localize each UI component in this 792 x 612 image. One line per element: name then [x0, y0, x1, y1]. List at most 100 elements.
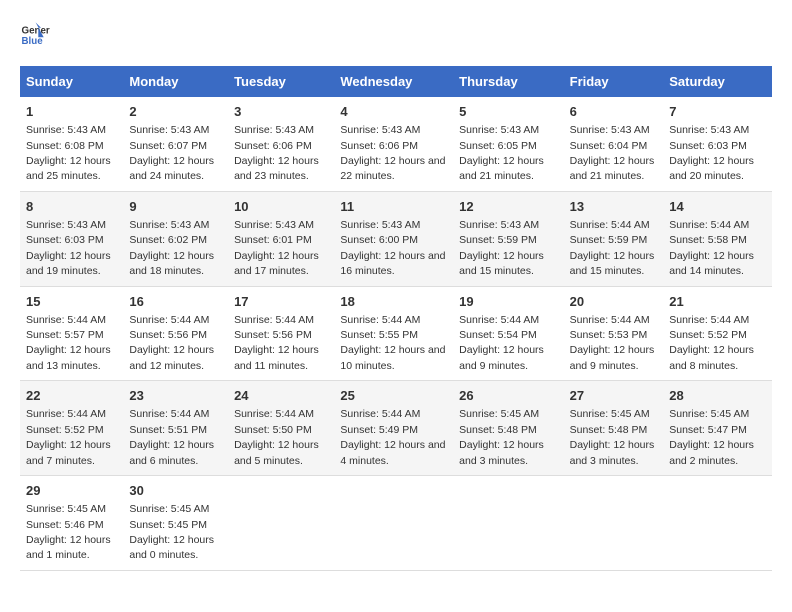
- sunset-info: Sunset: 5:56 PM: [129, 329, 207, 341]
- sunset-info: Sunset: 5:46 PM: [26, 519, 104, 531]
- sunset-info: Sunset: 5:49 PM: [340, 424, 418, 436]
- calendar-cell: [228, 476, 334, 571]
- daylight-info: Daylight: 12 hours and 13 minutes.: [26, 344, 111, 371]
- column-header-monday: Monday: [123, 66, 228, 97]
- calendar-cell: 15Sunrise: 5:44 AMSunset: 5:57 PMDayligh…: [20, 286, 123, 381]
- sunset-info: Sunset: 5:48 PM: [570, 424, 648, 436]
- calendar-header-row: SundayMondayTuesdayWednesdayThursdayFrid…: [20, 66, 772, 97]
- day-number: 20: [570, 293, 658, 311]
- calendar-cell: 25Sunrise: 5:44 AMSunset: 5:49 PMDayligh…: [334, 381, 453, 476]
- calendar-cell: 1Sunrise: 5:43 AMSunset: 6:08 PMDaylight…: [20, 97, 123, 191]
- sunrise-info: Sunrise: 5:45 AM: [26, 503, 106, 515]
- calendar-week-3: 15 Sunrise: 5:44 AM Sunset: 5:57 PM Dayligh…: [20, 286, 772, 381]
- calendar-cell: 9Sunrise: 5:43 AMSunset: 6:02 PMDaylight…: [123, 191, 228, 286]
- sunrise-info: Sunrise: 5:43 AM: [234, 124, 314, 136]
- calendar-cell: [564, 476, 664, 571]
- calendar-cell: 23Sunrise: 5:44 AMSunset: 5:51 PMDayligh…: [123, 381, 228, 476]
- page-header: General Blue: [20, 20, 772, 50]
- daylight-info: Daylight: 12 hours and 9 minutes.: [570, 344, 655, 371]
- day-number: 11: [340, 198, 447, 216]
- sunset-info: Sunset: 6:08 PM: [26, 140, 104, 152]
- day-number: 24: [234, 387, 328, 405]
- day-number: 8: [26, 198, 117, 216]
- daylight-info: Daylight: 12 hours and 6 minutes.: [129, 439, 214, 466]
- sunrise-info: Sunrise: 5:43 AM: [129, 124, 209, 136]
- day-number: 26: [459, 387, 557, 405]
- sunset-info: Sunset: 6:07 PM: [129, 140, 207, 152]
- calendar-cell: 8Sunrise: 5:43 AMSunset: 6:03 PMDaylight…: [20, 191, 123, 286]
- day-number: 28: [669, 387, 766, 405]
- day-number: 12: [459, 198, 557, 216]
- daylight-info: Daylight: 12 hours and 24 minutes.: [129, 155, 214, 182]
- calendar-cell: 3Sunrise: 5:43 AMSunset: 6:06 PMDaylight…: [228, 97, 334, 191]
- sunset-info: Sunset: 6:03 PM: [669, 140, 747, 152]
- day-number: 30: [129, 482, 222, 500]
- day-number: 18: [340, 293, 447, 311]
- day-number: 25: [340, 387, 447, 405]
- sunrise-info: Sunrise: 5:44 AM: [129, 314, 209, 326]
- sunset-info: Sunset: 6:04 PM: [570, 140, 648, 152]
- daylight-info: Daylight: 12 hours and 18 minutes.: [129, 250, 214, 277]
- calendar-cell: 28Sunrise: 5:45 AMSunset: 5:47 PMDayligh…: [663, 381, 772, 476]
- sunset-info: Sunset: 5:59 PM: [570, 234, 648, 246]
- calendar-cell: 6Sunrise: 5:43 AMSunset: 6:04 PMDaylight…: [564, 97, 664, 191]
- sunrise-info: Sunrise: 5:44 AM: [234, 314, 314, 326]
- sunset-info: Sunset: 5:53 PM: [570, 329, 648, 341]
- sunset-info: Sunset: 6:01 PM: [234, 234, 312, 246]
- column-header-friday: Friday: [564, 66, 664, 97]
- calendar-cell: 17Sunrise: 5:44 AMSunset: 5:56 PMDayligh…: [228, 286, 334, 381]
- svg-text:Blue: Blue: [22, 36, 44, 47]
- calendar-cell: 12 Sunrise: 5:43 AM Sunset: 5:59 PM Dayligh…: [453, 191, 563, 286]
- sunrise-info: Sunrise: 5:45 AM: [570, 408, 650, 420]
- day-number: 22: [26, 387, 117, 405]
- day-number: 6: [570, 103, 658, 121]
- calendar-cell: 29Sunrise: 5:45 AMSunset: 5:46 PMDayligh…: [20, 476, 123, 571]
- daylight-info: Daylight: 12 hours and 15 minutes.: [459, 250, 544, 277]
- calendar-cell: 14Sunrise: 5:44 AMSunset: 5:58 PMDayligh…: [663, 191, 772, 286]
- daylight-info: Daylight: 12 hours and 3 minutes.: [459, 439, 544, 466]
- calendar-cell: 13Sunrise: 5:44 AMSunset: 5:59 PMDayligh…: [564, 191, 664, 286]
- daylight-info: Daylight: 12 hours and 9 minutes.: [459, 344, 544, 371]
- calendar-cell: 30Sunrise: 5:45 AMSunset: 5:45 PMDayligh…: [123, 476, 228, 571]
- day-number: 15: [26, 293, 117, 311]
- column-header-sunday: Sunday: [20, 66, 123, 97]
- daylight-info: Daylight: 12 hours and 20 minutes.: [669, 155, 754, 182]
- calendar-week-1: 1Sunrise: 5:43 AMSunset: 6:08 PMDaylight…: [20, 97, 772, 191]
- calendar-cell: 26Sunrise: 5:45 AMSunset: 5:48 PMDayligh…: [453, 381, 563, 476]
- day-number: 16: [129, 293, 222, 311]
- sunset-info: Sunset: 5:57 PM: [26, 329, 104, 341]
- sunrise-info: Sunrise: 5:44 AM: [129, 408, 209, 420]
- day-number: 17: [234, 293, 328, 311]
- calendar-cell: 24Sunrise: 5:44 AMSunset: 5:50 PMDayligh…: [228, 381, 334, 476]
- daylight-info: Daylight: 12 hours and 25 minutes.: [26, 155, 111, 182]
- daylight-info: Daylight: 12 hours and 11 minutes.: [234, 344, 319, 371]
- sunset-info: Sunset: 5:59 PM: [459, 234, 537, 246]
- daylight-info: Daylight: 12 hours and 15 minutes.: [570, 250, 655, 277]
- sunrise-info: Sunrise: 5:44 AM: [570, 314, 650, 326]
- daylight-info: Daylight: 12 hours and 4 minutes.: [340, 439, 445, 466]
- sunset-info: Sunset: 6:00 PM: [340, 234, 418, 246]
- day-number: 7: [669, 103, 766, 121]
- sunset-info: Sunset: 6:03 PM: [26, 234, 104, 246]
- sunrise-info: Sunrise: 5:43 AM: [570, 124, 650, 136]
- calendar-week-4: 22 Sunrise: 5:44 AM Sunset: 5:52 PM Dayligh…: [20, 381, 772, 476]
- sunset-info: Sunset: 6:06 PM: [340, 140, 418, 152]
- sunset-info: Sunset: 5:45 PM: [129, 519, 207, 531]
- day-number: 13: [570, 198, 658, 216]
- sunrise-info: Sunrise: 5:43 AM: [669, 124, 749, 136]
- sunrise-info: Sunrise: 5:43 AM: [459, 219, 539, 231]
- logo: General Blue: [20, 20, 54, 50]
- calendar-cell: 5Sunrise: 5:43 AMSunset: 6:05 PMDaylight…: [453, 97, 563, 191]
- sunrise-info: Sunrise: 5:44 AM: [340, 314, 420, 326]
- sunrise-info: Sunrise: 5:44 AM: [26, 408, 106, 420]
- daylight-info: Daylight: 12 hours and 14 minutes.: [669, 250, 754, 277]
- daylight-info: Daylight: 12 hours and 2 minutes.: [669, 439, 754, 466]
- sunrise-info: Sunrise: 5:43 AM: [340, 124, 420, 136]
- sunset-info: Sunset: 5:50 PM: [234, 424, 312, 436]
- daylight-info: Daylight: 12 hours and 19 minutes.: [26, 250, 111, 277]
- sunrise-info: Sunrise: 5:44 AM: [669, 219, 749, 231]
- sunset-info: Sunset: 5:52 PM: [26, 424, 104, 436]
- column-header-tuesday: Tuesday: [228, 66, 334, 97]
- calendar-cell: 18Sunrise: 5:44 AMSunset: 5:55 PMDayligh…: [334, 286, 453, 381]
- sunrise-info: Sunrise: 5:43 AM: [129, 219, 209, 231]
